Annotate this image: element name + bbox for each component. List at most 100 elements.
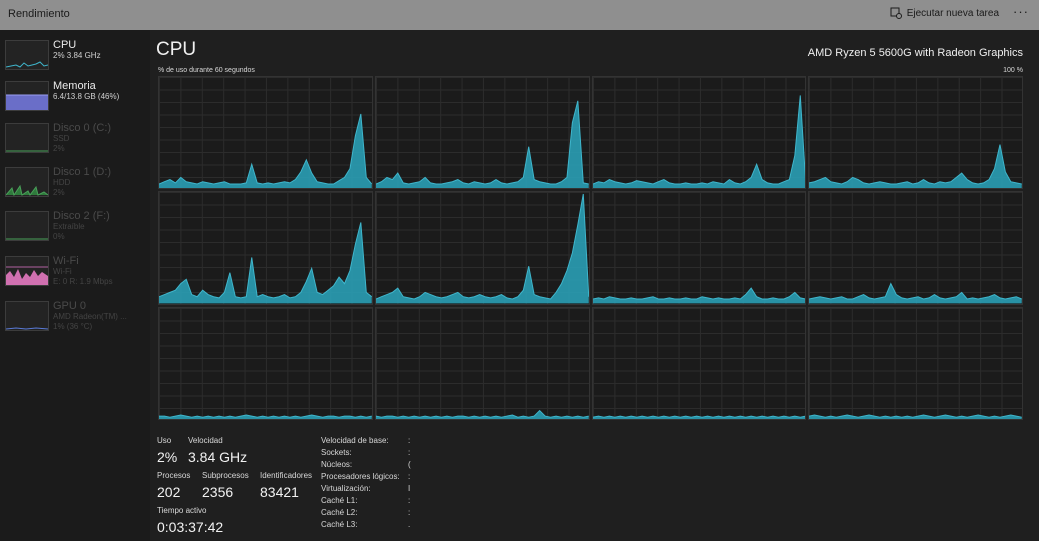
core-usage-line [159, 414, 372, 418]
sidebar-item-type: Extraíble [53, 222, 85, 231]
sidebar-item-gpu-0[interactable]: GPU 0 AMD Radeon(TM) ... 1% (36 °C) [5, 300, 147, 334]
info-label: Caché L2: [321, 508, 358, 517]
core-usage-area [159, 113, 372, 189]
core-graph-4 [158, 191, 373, 305]
core-usage-chart [592, 287, 806, 304]
threads-label: Subprocesos [202, 471, 249, 480]
sidebar-item-memory[interactable]: Memoria 6.4/13.8 GB (46%) [5, 80, 147, 114]
uptime-label: Tiempo activo [157, 506, 207, 515]
page-title: CPU [156, 39, 197, 60]
sidebar-item-detail: 1% (36 °C) [53, 322, 93, 331]
sidebar-item-type: SSD [53, 134, 70, 143]
core-usage-chart [159, 113, 372, 189]
info-value: : [408, 496, 411, 505]
info-value: : [408, 508, 411, 517]
sidebar-item-cpu[interactable]: CPU 2% 3.84 GHz [5, 39, 147, 73]
usage-axis-max: 100 % [1003, 67, 1023, 74]
speed-label: Velocidad [188, 436, 223, 445]
processes-value: 202 [157, 484, 181, 500]
core-usage-chart [375, 194, 589, 304]
core-usage-line [592, 95, 806, 185]
sidebar-item-detail: 0% [53, 232, 65, 241]
new-task-label: Ejecutar nueva tarea [906, 7, 999, 19]
core-usage-area [375, 194, 589, 304]
logical-processor-graphs [158, 76, 1023, 420]
usage-label: Uso [157, 436, 172, 445]
title-bar: Rendimiento Ejecutar nueva tarea ··· [0, 0, 1039, 30]
speed-value: 3.84 GHz [188, 449, 248, 465]
core-usage-area [809, 283, 1022, 304]
sidebar-item-disk-1[interactable]: Disco 1 (D:) HDD 2% [5, 166, 147, 200]
sidebar-item-detail: E: 0 R: 1.9 Mbps [53, 277, 113, 286]
info-label: Caché L1: [321, 496, 358, 505]
core-usage-area [375, 100, 589, 189]
sidebar-item-detail: 2% [53, 144, 65, 153]
core-usage-chart [159, 414, 372, 419]
core-usage-chart [809, 144, 1022, 189]
core-usage-chart [375, 100, 589, 189]
core-graph-9 [374, 306, 590, 420]
cpu-model-name: AMD Ryzen 5 5600G with Radeon Graphics [807, 47, 1023, 59]
sidebar-item-type: Wi-Fi [53, 267, 72, 276]
core-graph-6 [591, 191, 807, 305]
sidebar-item-detail: 2% [53, 188, 65, 197]
core-graph-5 [374, 191, 590, 305]
core-graph-1 [374, 76, 590, 190]
core-usage-chart [809, 282, 1022, 304]
handles-label: Identificadores [260, 471, 313, 480]
sidebar-item-detail: 6.4/13.8 GB (46%) [53, 92, 120, 101]
threads-value: 2356 [202, 484, 234, 500]
core-usage-line [809, 144, 1022, 185]
sidebar-item-label: GPU 0 [53, 300, 87, 312]
core-usage-chart [159, 222, 372, 304]
disk-graph-icon [5, 211, 49, 241]
more-options-icon[interactable]: ··· [1013, 4, 1029, 19]
run-task-icon [890, 7, 902, 19]
memory-graph-icon [5, 81, 49, 111]
sidebar-item-disk-0[interactable]: Disco 0 (C:) SSD 2% [5, 122, 147, 156]
info-label: Caché L3: [321, 520, 358, 529]
uptime-value: 0:03:37:42 [157, 519, 224, 535]
info-label: Virtualización: [321, 484, 371, 493]
cpu-graph-icon [5, 40, 49, 70]
network-graph-icon [5, 256, 49, 286]
info-value: : [408, 448, 411, 457]
processes-label: Procesos [157, 471, 191, 480]
usage-axis-label: % de uso durante 60 segundos [158, 67, 255, 74]
info-value: I [408, 484, 411, 493]
core-graph-8 [158, 306, 373, 420]
core-usage-chart [375, 409, 589, 419]
core-graph-2 [591, 76, 807, 190]
sidebar-item-label: Disco 0 (C:) [53, 122, 112, 134]
sidebar-item-detail: 2% 3.84 GHz [53, 51, 101, 60]
core-usage-line [592, 287, 806, 300]
info-value: : [408, 472, 411, 481]
core-usage-area [592, 288, 806, 304]
sidebar-item-label: Disco 1 (D:) [53, 166, 112, 178]
sidebar-item-wifi[interactable]: Wi-Fi Wi-Fi E: 0 R: 1.9 Mbps [5, 255, 147, 289]
core-usage-line [159, 113, 372, 185]
core-usage-line [809, 282, 1022, 300]
core-usage-chart [592, 95, 806, 189]
core-graph-11 [808, 306, 1023, 420]
sidebar-item-type: AMD Radeon(TM) ... [53, 312, 127, 321]
core-usage-area [592, 95, 806, 189]
sidebar-item-label: Disco 2 (F:) [53, 210, 110, 222]
sidebar-item-label: CPU [53, 39, 77, 51]
disk-graph-icon [5, 167, 49, 197]
sidebar: CPU 2% 3.84 GHz Memoria 6.4/13.8 GB (46%… [0, 30, 150, 541]
core-graph-3 [808, 76, 1023, 190]
sidebar-item-disk-2[interactable]: Disco 2 (F:) Extraíble 0% [5, 210, 147, 244]
core-usage-chart [592, 415, 806, 419]
new-task-button[interactable]: Ejecutar nueva tarea [890, 7, 999, 19]
sidebar-item-label: Wi-Fi [53, 255, 79, 267]
info-value: : [408, 436, 411, 445]
core-graph-0 [158, 76, 373, 190]
core-usage-line [375, 194, 589, 300]
core-graph-10 [591, 306, 807, 420]
window-title: Rendimiento [8, 8, 70, 20]
core-usage-line [375, 100, 589, 185]
info-value: . [408, 520, 411, 529]
gpu-graph-icon [5, 301, 49, 331]
core-graph-7 [808, 191, 1023, 305]
